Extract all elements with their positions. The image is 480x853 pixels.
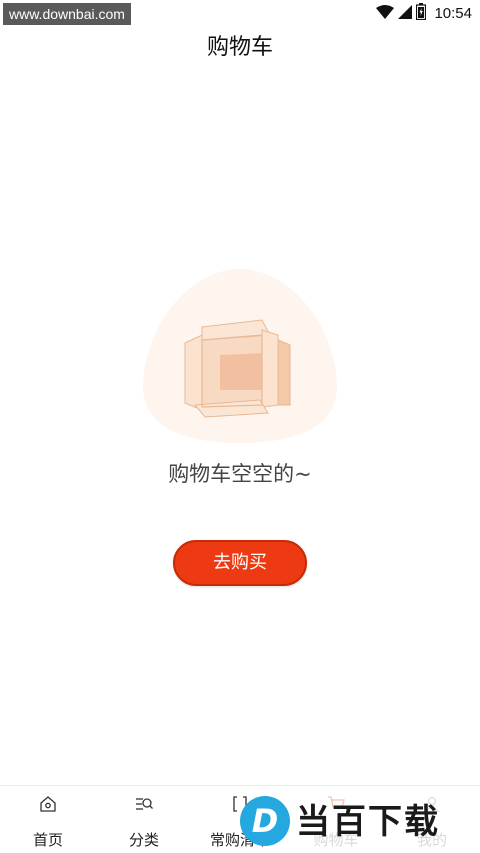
status-bar: www.downbai.com 10:54 bbox=[0, 0, 480, 26]
empty-cart-message: 购物车空空的~ bbox=[168, 462, 312, 486]
tab-category[interactable]: 分类 bbox=[96, 786, 192, 853]
empty-box-illustration bbox=[140, 265, 340, 445]
category-search-icon bbox=[134, 794, 154, 814]
watermark-letter: D bbox=[251, 802, 279, 840]
watermark-text: 当百下载 bbox=[296, 802, 440, 842]
status-indicators: 10:54 bbox=[376, 2, 472, 24]
battery-icon bbox=[416, 2, 427, 24]
home-icon bbox=[38, 794, 58, 814]
signal-icon bbox=[398, 4, 413, 23]
site-watermark: www.downbai.com bbox=[3, 3, 131, 25]
downbai-watermark-logo: D 当百下载 bbox=[236, 792, 480, 853]
tab-label-home: 首页 bbox=[32, 831, 63, 849]
status-time: 10:54 bbox=[434, 4, 472, 22]
page-title: 购物车 bbox=[206, 35, 273, 60]
tab-home[interactable]: 首页 bbox=[0, 786, 96, 853]
go-shopping-button[interactable]: 去购买 bbox=[173, 540, 307, 586]
tab-label-category: 分类 bbox=[128, 831, 159, 849]
wifi-icon bbox=[376, 4, 395, 23]
